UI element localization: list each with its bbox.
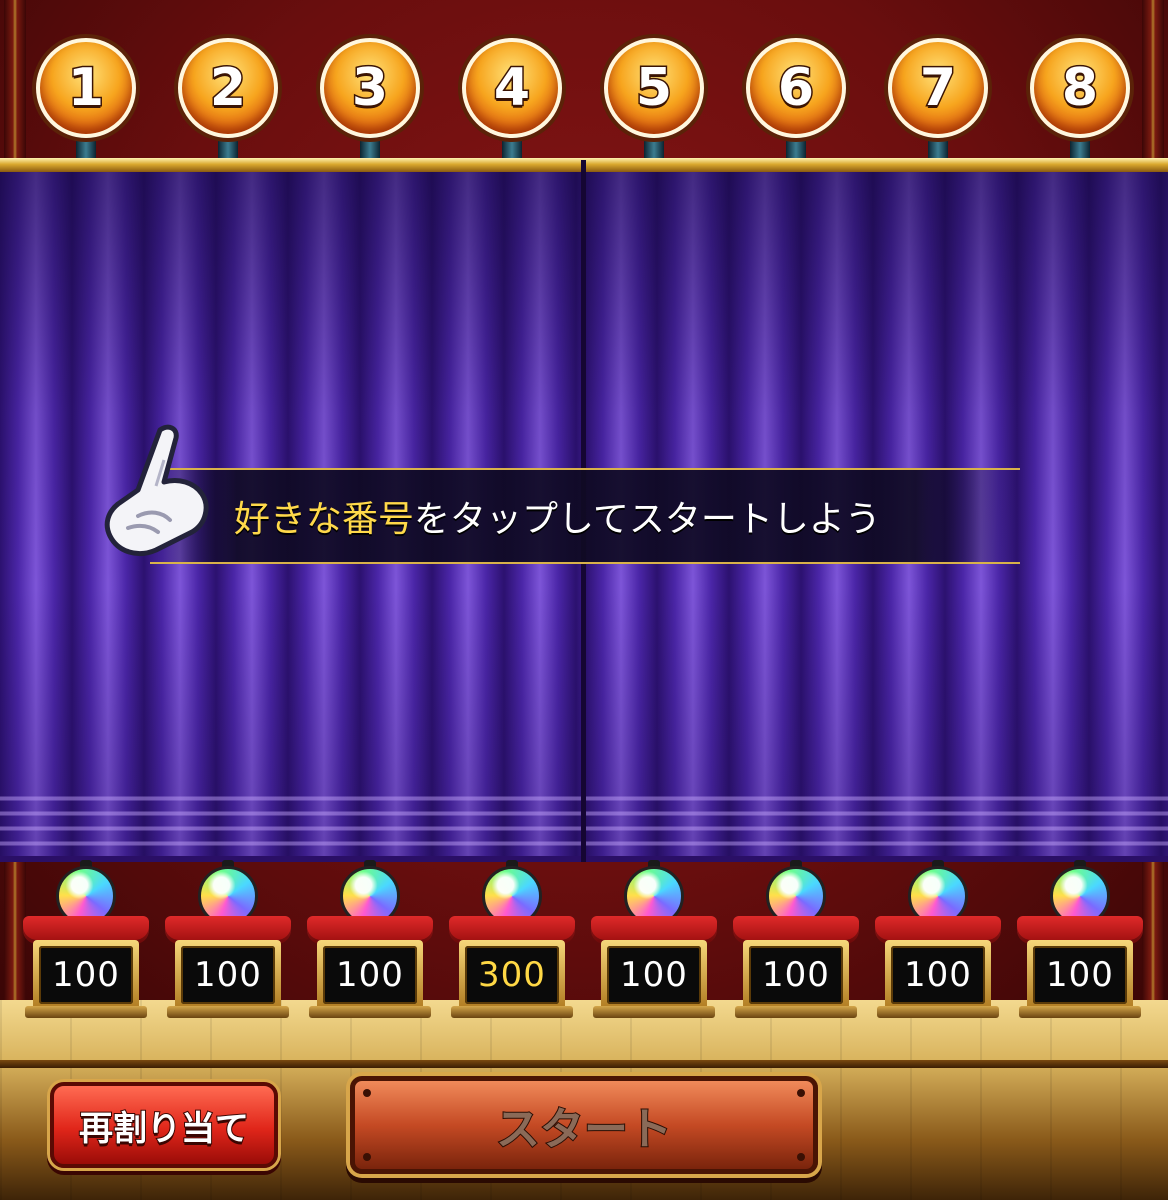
- prize-value: 100: [336, 955, 404, 995]
- pedestal-foot: [735, 1006, 857, 1018]
- curtain-hem: [0, 786, 582, 862]
- prize-value: 100: [620, 955, 688, 995]
- start-button[interactable]: スタート: [350, 1076, 818, 1174]
- prize-pedestal-3: 100: [305, 860, 435, 1020]
- prize-value: 100: [904, 955, 972, 995]
- number-ball-slot-6: 6: [746, 38, 846, 163]
- number-ball-1[interactable]: 1: [36, 38, 136, 138]
- curtain-hem: [585, 786, 1168, 862]
- prize-pedestal-4: 300: [447, 860, 577, 1020]
- prize-plate-inner: 100: [749, 946, 843, 1004]
- number-ball-6[interactable]: 6: [746, 38, 846, 138]
- prize-plate: 300: [459, 940, 565, 1010]
- instruction-rest: をタップしてスタートしよう: [414, 499, 881, 540]
- prize-value: 100: [194, 955, 262, 995]
- reassign-button-label: 再割り当て: [78, 1108, 250, 1150]
- prize-plate-inner: 100: [323, 946, 417, 1004]
- prize-value: 100: [762, 955, 830, 995]
- bolt-icon: [363, 1089, 371, 1097]
- prize-plate-inner: 100: [39, 946, 133, 1004]
- number-ball-slot-4: 4: [462, 38, 562, 163]
- pedestal-foot: [877, 1006, 999, 1018]
- ball-number: 3: [350, 58, 389, 118]
- number-ball-7[interactable]: 7: [888, 38, 988, 138]
- prize-pedestal-7: 100: [873, 860, 1003, 1020]
- instruction-banner: 好きな番号をタップしてスタートしよう: [150, 468, 1020, 564]
- prize-row: 100 100 100 300 100 100 100 100: [0, 860, 1168, 1020]
- start-button-label: スタート: [495, 1103, 673, 1156]
- pedestal-foot: [451, 1006, 573, 1018]
- bolt-icon: [797, 1089, 805, 1097]
- instruction-text: 好きな番号をタップしてスタートしよう: [234, 490, 881, 542]
- prize-pedestal-6: 100: [731, 860, 861, 1020]
- prize-plate: 100: [885, 940, 991, 1010]
- prize-value-highlight: 300: [478, 955, 546, 995]
- prize-plate: 100: [33, 940, 139, 1010]
- number-ball-4[interactable]: 4: [462, 38, 562, 138]
- prize-plate-inner: 100: [891, 946, 985, 1004]
- pedestal-foot: [593, 1006, 715, 1018]
- pedestal-foot: [309, 1006, 431, 1018]
- number-ball-slot-1: 1: [36, 38, 136, 163]
- bolt-icon: [797, 1153, 805, 1161]
- number-ball-slot-8: 8: [1030, 38, 1130, 163]
- ball-number: 8: [1060, 58, 1099, 118]
- prize-plate: 100: [317, 940, 423, 1010]
- ball-number: 7: [918, 58, 957, 118]
- ball-number: 4: [492, 58, 531, 118]
- prize-plate-inner: 100: [181, 946, 275, 1004]
- number-ball-row: 1 2 3 4 5 6 7 8: [0, 38, 1168, 163]
- prize-plate: 100: [175, 940, 281, 1010]
- prize-pedestal-5: 100: [589, 860, 719, 1020]
- ball-number: 5: [634, 58, 673, 118]
- prize-plate: 100: [601, 940, 707, 1010]
- prize-plate-inner: 300: [465, 946, 559, 1004]
- number-ball-slot-2: 2: [178, 38, 278, 163]
- ball-number: 1: [66, 58, 105, 118]
- prize-pedestal-8: 100: [1015, 860, 1145, 1020]
- prize-value: 100: [52, 955, 120, 995]
- number-ball-3[interactable]: 3: [320, 38, 420, 138]
- ball-number: 2: [208, 58, 247, 118]
- stage-floor-edge: [0, 1060, 1168, 1068]
- prize-value: 100: [1046, 955, 1114, 995]
- prize-pedestal-2: 100: [163, 860, 293, 1020]
- prize-plate-inner: 100: [607, 946, 701, 1004]
- pedestal-foot: [25, 1006, 147, 1018]
- pointing-hand-icon: [104, 424, 209, 556]
- bolt-icon: [363, 1153, 371, 1161]
- reassign-button[interactable]: 再割り当て: [50, 1082, 278, 1168]
- number-ball-slot-5: 5: [604, 38, 704, 163]
- number-ball-2[interactable]: 2: [178, 38, 278, 138]
- prize-plate: 100: [1027, 940, 1133, 1010]
- number-ball-slot-3: 3: [320, 38, 420, 163]
- number-ball-slot-7: 7: [888, 38, 988, 163]
- ball-number: 6: [776, 58, 815, 118]
- number-ball-8[interactable]: 8: [1030, 38, 1130, 138]
- prize-plate-inner: 100: [1033, 946, 1127, 1004]
- instruction-highlight: 好きな番号: [234, 499, 415, 540]
- pedestal-foot: [1019, 1006, 1141, 1018]
- pedestal-foot: [167, 1006, 289, 1018]
- game-stage: 1 2 3 4 5 6 7 8 好きな番号をタップしてスタートしよう 100 1…: [0, 0, 1168, 1200]
- number-ball-5[interactable]: 5: [604, 38, 704, 138]
- prize-plate: 100: [743, 940, 849, 1010]
- prize-pedestal-1: 100: [21, 860, 151, 1020]
